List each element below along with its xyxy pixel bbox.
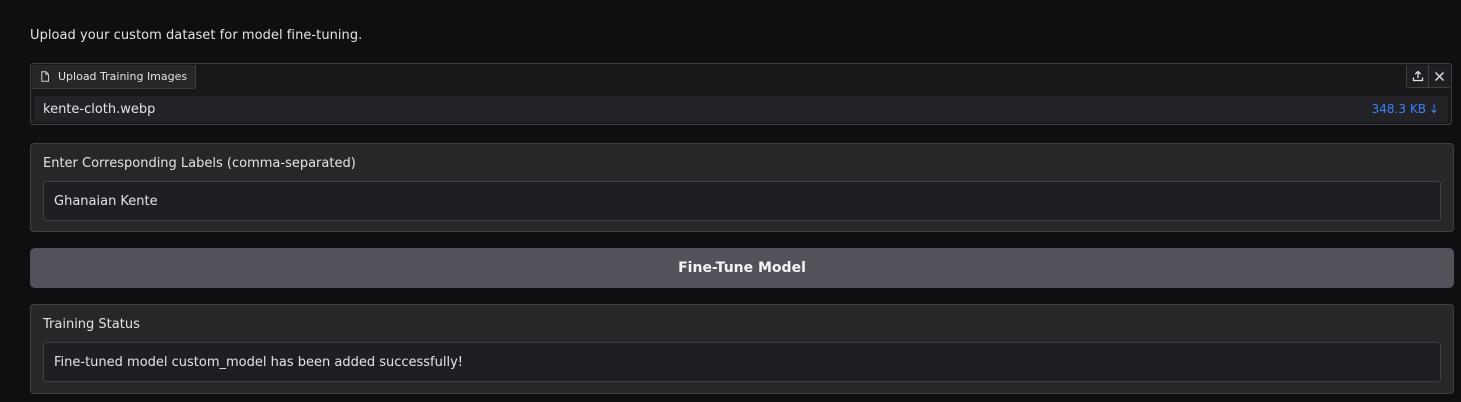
close-icon (1434, 67, 1445, 86)
uploaded-file-row: kente-cloth.webp 348.3 KB ↓ (34, 96, 1448, 122)
upload-actions (1406, 65, 1450, 88)
file-name: kente-cloth.webp (43, 101, 156, 117)
upload-label-text: Upload Training Images (58, 70, 188, 83)
clear-button[interactable] (1428, 65, 1450, 87)
file-size: 348.3 KB (1371, 102, 1426, 116)
upload-label: Upload Training Images (32, 65, 197, 89)
upload-training-images[interactable]: Upload Training Images kente-cloth.webp … (30, 63, 1452, 125)
labels-panel: Enter Corresponding Labels (comma-separa… (30, 143, 1454, 232)
fine-tuning-page: Upload your custom dataset for model fin… (0, 0, 1461, 402)
status-output: Fine-tuned model custom_model has been a… (43, 342, 1441, 382)
upload-icon (1412, 67, 1424, 86)
training-status-panel: Training Status Fine-tuned model custom_… (30, 304, 1454, 394)
file-download-link[interactable]: 348.3 KB ↓ (1372, 102, 1439, 116)
fine-tune-button[interactable]: Fine-Tune Model (30, 248, 1454, 288)
labels-title: Enter Corresponding Labels (comma-separa… (43, 156, 356, 171)
download-icon: ↓ (1428, 102, 1439, 116)
status-title: Training Status (43, 317, 140, 332)
file-icon (40, 71, 50, 82)
intro-text: Upload your custom dataset for model fin… (30, 28, 363, 43)
upload-button[interactable] (1407, 65, 1428, 87)
labels-input[interactable] (43, 181, 1441, 221)
